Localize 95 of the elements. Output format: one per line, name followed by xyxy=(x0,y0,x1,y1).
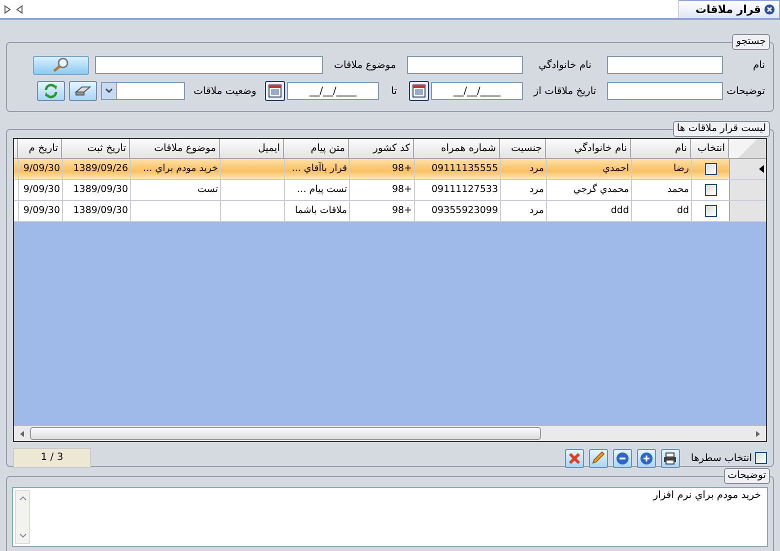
table-cell: مرد xyxy=(500,180,546,200)
table-cell: ddd xyxy=(546,201,631,221)
subject-field[interactable] xyxy=(95,56,323,74)
date-field[interactable]: __/__/____ xyxy=(431,82,523,100)
column-header[interactable]: جنسيت xyxy=(499,139,545,158)
table-cell: 1389/09/26 xyxy=(62,159,130,179)
table-cell: قرار باآقاي ... xyxy=(284,159,349,179)
scroll-left-icon[interactable] xyxy=(15,5,23,14)
table-cell: dd xyxy=(631,201,691,221)
row-checkbox[interactable] xyxy=(704,163,716,175)
group-title: توضيحات xyxy=(724,468,770,484)
delete-button[interactable] xyxy=(564,448,584,468)
table-cell: مرد xyxy=(500,159,546,179)
printer-icon xyxy=(663,452,678,464)
table-cell: رضا xyxy=(631,159,691,179)
vertical-scrollbar[interactable] xyxy=(15,490,30,544)
table-cell: ملاقات باشما xyxy=(284,201,349,221)
column-header[interactable]: نام خانوادگي xyxy=(545,139,630,158)
scroll-down-icon[interactable] xyxy=(18,532,26,540)
column-header[interactable]: انتخاب xyxy=(690,139,728,158)
chevron-down-icon xyxy=(102,83,117,99)
table-cell: خريد مودم براي ... xyxy=(130,159,220,179)
column-header[interactable]: ايميل xyxy=(219,139,283,158)
scroll-right-icon[interactable] xyxy=(754,430,762,438)
select-rows-checkbox[interactable] xyxy=(755,452,767,464)
notes-textarea[interactable]: خريد مودم براي نرم افزار xyxy=(12,487,768,547)
eraser-icon xyxy=(74,85,92,97)
table-cell: +98 xyxy=(349,201,414,221)
group-title: ليست قرار ملاقات ها xyxy=(672,121,770,137)
refresh-icon xyxy=(43,83,59,99)
table-cell: 09355923099 xyxy=(414,201,500,221)
search-button[interactable] xyxy=(33,56,89,74)
family-name-field[interactable] xyxy=(407,56,523,74)
field-label: نام xyxy=(752,60,766,70)
column-header[interactable]: تاريخ ثبت xyxy=(61,139,129,158)
table-cell: احمدي xyxy=(546,159,631,179)
table-cell: 9/09/30 xyxy=(18,159,62,179)
page-indicator: 1 / 3 xyxy=(13,448,91,468)
group-title: جستجو xyxy=(732,34,770,50)
table-cell: محمدي گرجي xyxy=(546,180,631,200)
plus-icon xyxy=(640,452,653,464)
search-icon xyxy=(52,57,70,73)
table-cell: 09111135555 xyxy=(414,159,500,179)
eraser-button[interactable] xyxy=(69,81,97,101)
delete-icon xyxy=(568,452,581,464)
table-cell: مرد xyxy=(500,201,546,221)
table-cell: تست پيام ... xyxy=(284,180,349,200)
table-cell: 09111127533 xyxy=(414,180,500,200)
date-field[interactable]: __/__/____ xyxy=(287,82,379,100)
field-label: نام خانوادگي xyxy=(538,60,592,70)
calendar-button[interactable] xyxy=(265,81,285,101)
minus-icon xyxy=(616,452,629,464)
table-cell: 1389/09/30 xyxy=(62,180,130,200)
row-checkbox[interactable] xyxy=(704,184,716,196)
table-cell: +98 xyxy=(349,180,414,200)
column-header[interactable]: موضوع ملاقات xyxy=(129,139,219,158)
edit-button[interactable] xyxy=(588,448,608,468)
column-header[interactable]: تاريخ م xyxy=(17,139,61,158)
close-icon[interactable] xyxy=(764,4,775,15)
print-button[interactable] xyxy=(660,448,680,468)
table-cell: 9/09/30 xyxy=(18,201,62,221)
field-label: تا xyxy=(390,86,398,96)
refresh-button[interactable] xyxy=(37,81,65,101)
field-label: تاريخ ملاقات از xyxy=(532,86,598,96)
table-cell: تست xyxy=(130,180,220,200)
table-cell: +98 xyxy=(349,159,414,179)
column-header[interactable]: کد کشور xyxy=(348,139,413,158)
scroll-thumb[interactable] xyxy=(30,427,542,440)
column-header[interactable]: نام xyxy=(630,139,690,158)
calendar-icon xyxy=(268,84,282,98)
name-field[interactable] xyxy=(607,56,723,74)
row-checkbox[interactable] xyxy=(704,205,716,217)
status-dropdown[interactable] xyxy=(101,82,185,100)
scroll-right-icon[interactable] xyxy=(4,5,12,14)
table-cell: 9/09/30 xyxy=(18,180,62,200)
calendar-icon xyxy=(412,84,426,98)
current-row-icon xyxy=(759,165,764,173)
document-tab[interactable]: قرار ملاقات xyxy=(678,0,780,18)
table-cell: 1389/09/30 xyxy=(62,201,130,221)
pencil-icon xyxy=(591,451,606,465)
table-cell: محمد xyxy=(631,180,691,200)
field-label: توضيحات xyxy=(726,86,766,96)
scroll-up-icon[interactable] xyxy=(18,494,26,502)
notes-text: خريد مودم براي نرم افزار xyxy=(652,489,762,503)
checkbox-label: انتخاب سطرها xyxy=(690,452,752,464)
calendar-button[interactable] xyxy=(409,81,429,101)
minus-button[interactable] xyxy=(612,448,632,468)
column-header[interactable]: شماره همراه xyxy=(413,139,499,158)
field-label: وضعيت ملاقات xyxy=(192,86,258,96)
field-label: موضوع ملاقات xyxy=(333,60,397,70)
column-header[interactable]: متن پيام xyxy=(283,139,348,158)
horizontal-scrollbar[interactable] xyxy=(14,425,766,441)
plus-button[interactable] xyxy=(636,448,656,468)
scroll-left-icon[interactable] xyxy=(18,430,26,438)
notes-field[interactable] xyxy=(607,82,723,100)
